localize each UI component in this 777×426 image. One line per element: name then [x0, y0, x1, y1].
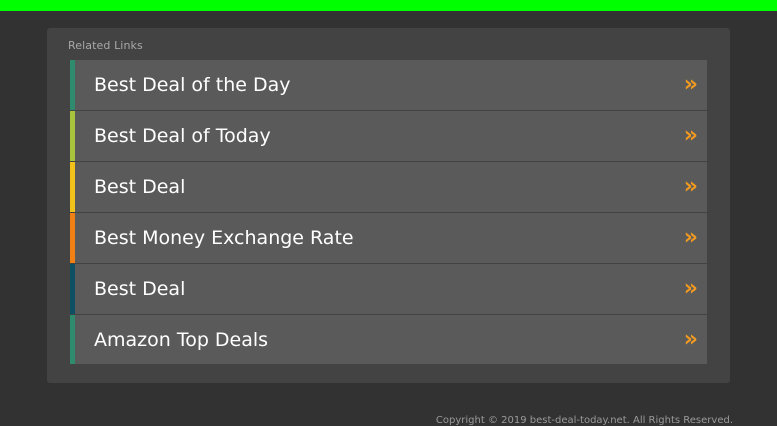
link-label: Best Deal of the Day: [94, 74, 291, 96]
link-accent-bar: [70, 213, 75, 263]
link-accent-bar: [70, 162, 75, 212]
double-chevron-right-icon: »: [683, 276, 698, 301]
double-chevron-right-icon: »: [683, 327, 698, 352]
related-link-4[interactable]: Best Deal »: [70, 264, 707, 314]
link-accent-bar: [70, 60, 75, 110]
link-accent-bar: [70, 315, 75, 364]
related-link-1[interactable]: Best Deal of Today »: [70, 111, 707, 161]
related-link-0[interactable]: Best Deal of the Day »: [70, 60, 707, 110]
link-accent-bar: [70, 264, 75, 314]
link-label: Amazon Top Deals: [94, 329, 269, 351]
link-label: Best Deal: [94, 176, 186, 198]
related-link-5[interactable]: Amazon Top Deals »: [70, 315, 707, 364]
related-link-2[interactable]: Best Deal »: [70, 162, 707, 212]
link-label: Best Deal of Today: [94, 125, 271, 147]
top-accent-bar: [0, 0, 777, 11]
link-label: Best Deal: [94, 278, 186, 300]
double-chevron-right-icon: »: [683, 174, 698, 199]
link-accent-bar: [70, 111, 75, 161]
copyright-text: Copyright © 2019 best-deal-today.net. Al…: [435, 415, 733, 426]
related-link-3[interactable]: Best Money Exchange Rate »: [70, 213, 707, 263]
link-label: Best Money Exchange Rate: [94, 227, 354, 249]
double-chevron-right-icon: »: [683, 72, 698, 97]
related-links-panel: Related Links Best Deal of the Day » Bes…: [47, 28, 730, 383]
double-chevron-right-icon: »: [683, 123, 698, 148]
panel-title: Related Links: [68, 39, 143, 52]
double-chevron-right-icon: »: [683, 225, 698, 250]
related-links-list: Best Deal of the Day » Best Deal of Toda…: [70, 60, 707, 364]
